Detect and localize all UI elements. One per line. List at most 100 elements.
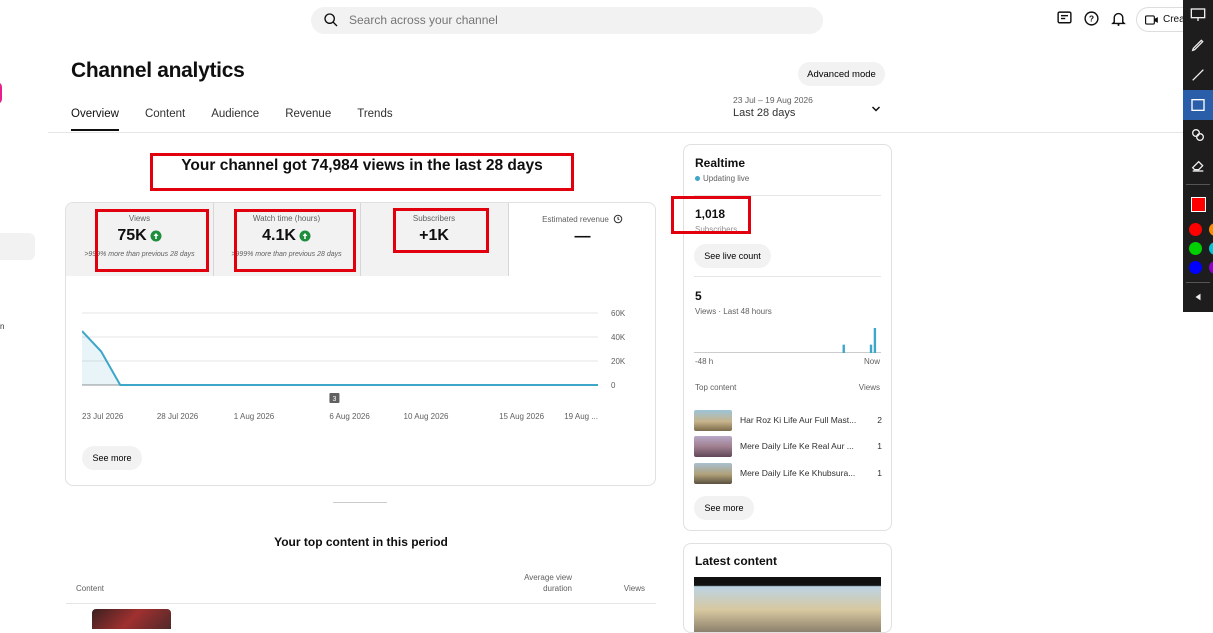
video-title: Har Roz Ki Life Aur Full Mast... <box>740 415 857 425</box>
metric-label-row: Estimated revenue <box>508 214 655 224</box>
annotation-box <box>393 208 489 253</box>
color-swatch[interactable] <box>1189 242 1202 255</box>
column-header-avg-line2: duration <box>543 584 572 593</box>
realtime-views: 5 <box>695 289 702 303</box>
advanced-mode-button[interactable]: Advanced mode <box>798 62 885 86</box>
metric-label: Estimated revenue <box>542 214 609 224</box>
list-item[interactable]: Mere Daily Life Ke Khubsura... 1 <box>694 462 884 484</box>
x-tick-label: 19 Aug ... <box>564 412 598 421</box>
chevron-down-icon[interactable] <box>870 103 882 115</box>
notifications-icon[interactable] <box>1110 10 1127 27</box>
see-more-button[interactable]: See more <box>82 446 142 470</box>
eraser-icon[interactable] <box>1183 150 1213 180</box>
search-bar[interactable] <box>311 7 823 34</box>
header-actions: ? <box>1056 10 1127 27</box>
x-tick-label: 28 Jul 2026 <box>157 412 199 421</box>
color-swatch[interactable] <box>1189 261 1202 274</box>
color-swatch[interactable] <box>1209 223 1213 236</box>
color-swatch[interactable] <box>1209 261 1213 274</box>
video-thumbnail <box>694 462 732 484</box>
metric-revenue[interactable]: Estimated revenue — <box>508 214 655 246</box>
x-tick-label: 10 Aug 2026 <box>404 412 449 421</box>
annotation-toolbar <box>1183 0 1213 312</box>
color-swatch-red <box>1190 196 1206 212</box>
video-title: Mere Daily Life Ke Real Aur ... <box>740 441 854 451</box>
x-tick-label: 23 Jul 2026 <box>82 412 124 421</box>
column-header-content: Content <box>76 584 105 593</box>
views-headline: Your channel got 74,984 views in the las… <box>150 153 574 191</box>
color-swatch[interactable] <box>1209 242 1213 255</box>
x-tick-label: 6 Aug 2026 <box>329 412 370 421</box>
annotation-box <box>95 209 209 272</box>
tab-overview[interactable]: Overview <box>71 108 119 131</box>
latest-video-thumbnail[interactable] <box>694 577 881 632</box>
tab-divider <box>48 132 1188 133</box>
video-views: 1 <box>877 468 882 478</box>
date-range-dates: 23 Jul – 19 Aug 2026 <box>733 95 813 105</box>
svg-text:?: ? <box>1089 14 1094 24</box>
views-line-chart[interactable]: 60K 40K 20K 0 23 Jul 2026 28 Jul 2026 1 Aug 20… <box>82 303 642 423</box>
date-range-picker[interactable]: 23 Jul – 19 Aug 2026 Last 28 days <box>733 95 813 119</box>
realtime-views-label: Views · Last 48 hours <box>695 307 772 316</box>
y-tick-label: 0 <box>611 381 616 390</box>
tab-revenue[interactable]: Revenue <box>285 108 331 131</box>
rectangle-tool-icon[interactable] <box>1183 90 1213 120</box>
realtime-axis-end: Now <box>863 357 880 366</box>
collapse-arrow-icon[interactable] <box>1183 287 1213 307</box>
metric-value: — <box>574 228 591 245</box>
sidebar-selected-item[interactable] <box>0 233 35 260</box>
line-tool-icon[interactable] <box>1183 60 1213 90</box>
realtime-title: Realtime <box>695 156 746 170</box>
video-views: 2 <box>877 415 882 425</box>
realtime-views-chart[interactable] <box>694 320 881 353</box>
x-tick-label: 1 Aug 2026 <box>234 412 275 421</box>
live-status-text: Updating live <box>703 174 750 183</box>
live-status: Updating live <box>695 174 749 183</box>
y-tick-label: 40K <box>611 333 626 342</box>
toolbar-screen-icon[interactable] <box>1183 0 1213 30</box>
search-input[interactable] <box>349 13 749 27</box>
sidebar-partial-label: n <box>0 322 5 331</box>
see-live-count-button[interactable]: See live count <box>694 244 771 268</box>
video-thumbnail <box>694 435 732 457</box>
channel-avatar-ring <box>0 82 2 104</box>
realtime-bar <box>869 344 873 353</box>
stamp-tool-icon[interactable] <box>1183 120 1213 150</box>
video-thumbnail <box>694 409 732 431</box>
x-tick-label: 15 Aug 2026 <box>499 412 544 421</box>
video-title: Mere Daily Life Ke Khubsura... <box>740 468 856 478</box>
tab-trends[interactable]: Trends <box>357 108 392 131</box>
clock-icon <box>613 214 623 224</box>
color-swatch[interactable] <box>1189 223 1202 236</box>
tab-content[interactable]: Content <box>145 108 185 131</box>
latest-content-card: Latest content <box>683 543 892 633</box>
feedback-icon[interactable] <box>1056 10 1073 27</box>
pen-icon[interactable] <box>1183 30 1213 60</box>
divider <box>694 276 881 277</box>
latest-content-title: Latest content <box>695 554 778 568</box>
annotation-label: 3 <box>332 396 336 403</box>
realtime-bar <box>873 328 877 353</box>
see-more-button[interactable]: See more <box>694 496 754 520</box>
tab-audience[interactable]: Audience <box>211 108 259 131</box>
list-item[interactable]: Har Roz Ki Life Aur Full Mast... 2 <box>694 409 884 431</box>
toolbar-divider <box>1186 184 1210 185</box>
series-area <box>82 331 598 385</box>
overview-card: Views 75K >999% more than previous 28 da… <box>65 202 656 486</box>
current-color-swatch[interactable] <box>1183 189 1213 219</box>
annotation-box <box>234 209 356 272</box>
help-icon[interactable]: ? <box>1083 10 1100 27</box>
toolbar-divider <box>1186 282 1210 283</box>
video-thumbnail[interactable] <box>92 609 171 629</box>
tab-bar: Overview Content Audience Revenue Trends <box>71 108 419 131</box>
video-views: 1 <box>877 441 882 451</box>
list-item[interactable]: Mere Daily Life Ke Real Aur ... 1 <box>694 435 884 457</box>
y-tick-label: 60K <box>611 309 626 318</box>
top-content-title: Your top content in this period <box>274 535 448 549</box>
search-icon <box>324 13 338 27</box>
create-video-icon <box>1145 14 1158 25</box>
date-range-label: Last 28 days <box>733 107 796 119</box>
section-divider <box>333 502 387 503</box>
color-palette <box>1183 219 1213 278</box>
series-line <box>82 330 598 386</box>
